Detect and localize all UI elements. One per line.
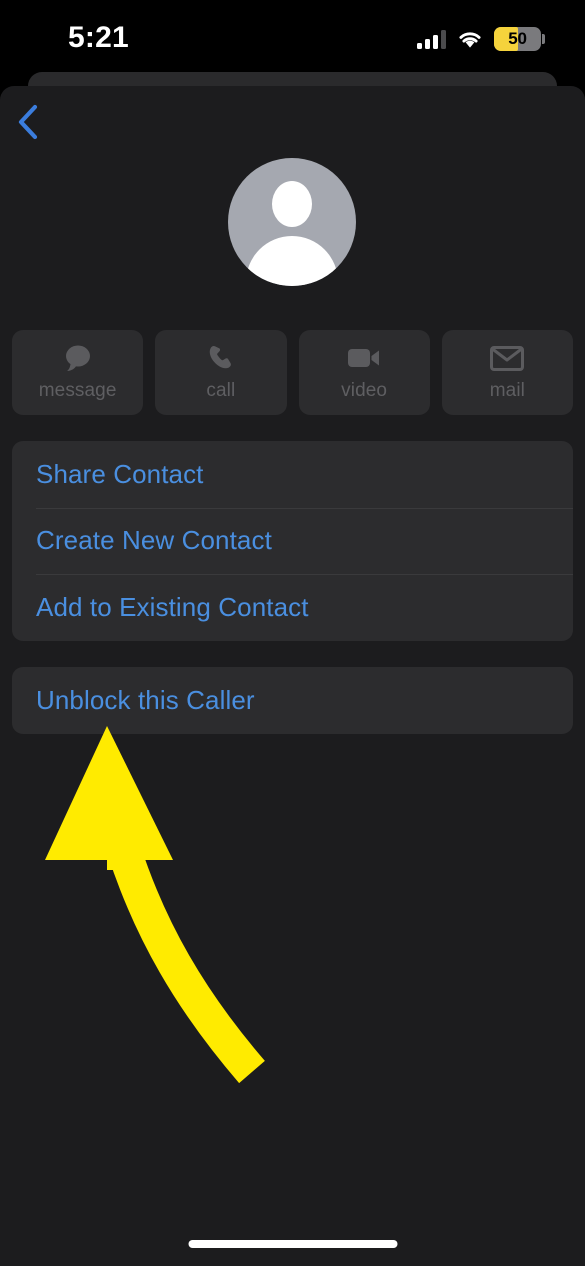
menu-item-unblock-this-caller-label: Unblock this Caller (36, 684, 255, 715)
quick-action-row: message call video mail (12, 330, 573, 415)
menu-item-unblock-this-caller[interactable]: Unblock this Caller (12, 667, 573, 734)
menu-item-share-contact[interactable]: Share Contact (12, 441, 573, 508)
cellular-signal-icon (417, 29, 446, 49)
menu-item-add-to-existing-contact[interactable]: Add to Existing Contact (12, 574, 573, 641)
quick-action-mail[interactable]: mail (441, 330, 573, 415)
home-indicator-bar[interactable] (188, 1240, 397, 1248)
status-bar: 5:21 50 (0, 0, 585, 72)
status-bar-time: 5:21 (68, 21, 129, 54)
quick-action-call-label: call (206, 380, 236, 401)
phone-handset-icon (206, 343, 236, 373)
quick-action-message[interactable]: message (12, 330, 144, 415)
menu-item-share-contact-label: Share Contact (36, 458, 204, 489)
quick-action-video[interactable]: video (298, 330, 430, 415)
menu-item-create-new-contact[interactable]: Create New Contact (12, 507, 573, 575)
battery-icon: 50 (494, 27, 545, 51)
video-camera-icon (347, 343, 381, 373)
menu-item-add-to-existing-contact-label: Add to Existing Contact (36, 591, 309, 622)
quick-action-mail-label: mail (489, 380, 525, 401)
chevron-left-icon (18, 104, 38, 140)
block-actions-card: Unblock this Caller (12, 667, 573, 734)
message-bubble-icon (62, 343, 94, 373)
back-button[interactable] (4, 98, 52, 146)
contact-avatar (228, 158, 356, 286)
envelope-icon (490, 343, 525, 373)
quick-action-message-label: message (38, 380, 117, 401)
contact-actions-card: Share Contact Create New Contact Add to … (12, 441, 573, 641)
person-placeholder-icon-head (272, 181, 312, 227)
battery-percent-label: 50 (508, 29, 527, 48)
status-bar-indicators: 50 (417, 26, 545, 52)
quick-action-call[interactable]: call (155, 330, 287, 415)
menu-item-create-new-contact-label: Create New Contact (36, 525, 272, 556)
battery-nub (542, 34, 545, 44)
iphone-screen: 5:21 50 message call video mail Share Co… (0, 0, 585, 1266)
quick-action-video-label: video (341, 380, 388, 401)
person-placeholder-icon-body (246, 236, 338, 286)
wifi-icon (457, 29, 483, 49)
